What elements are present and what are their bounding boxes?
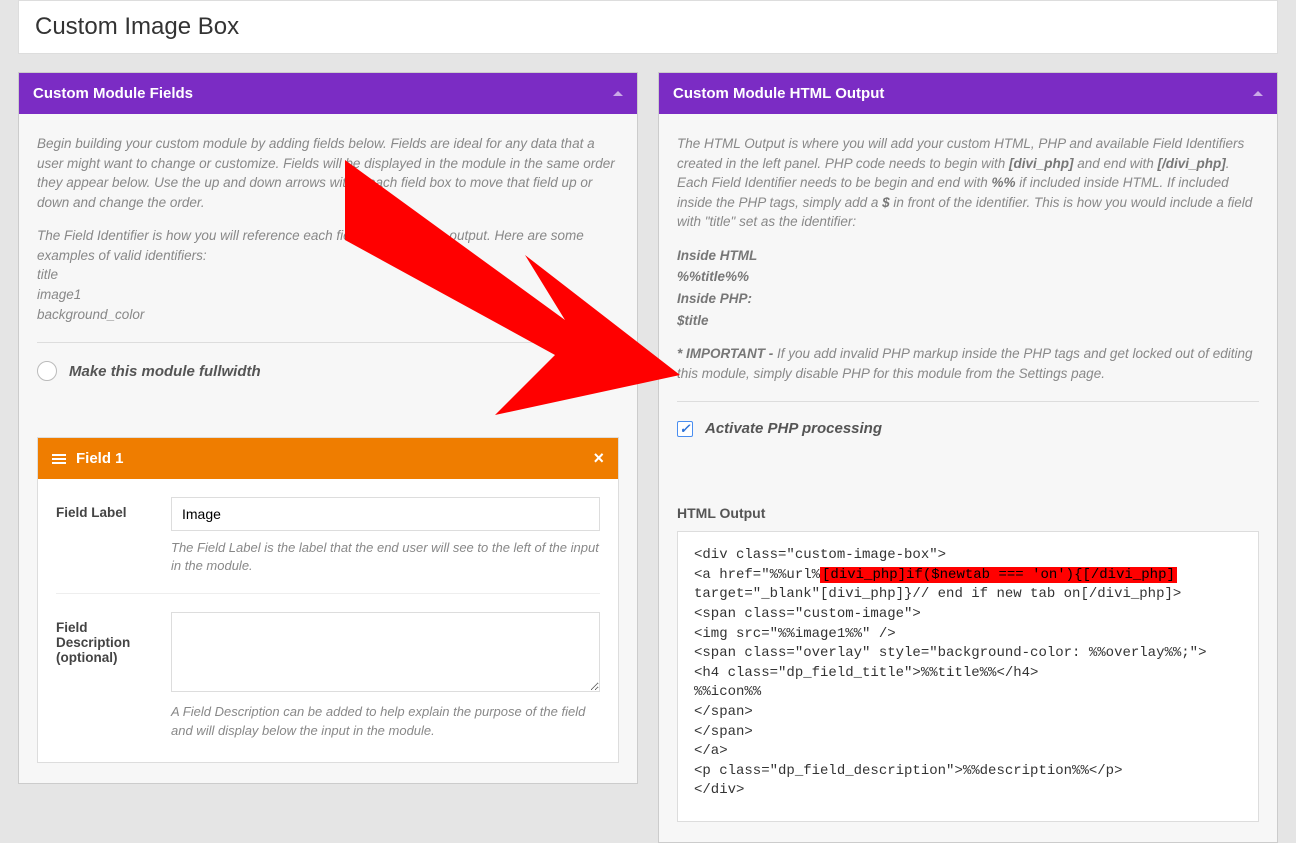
divider [56,593,600,594]
field-desc-input[interactable] [171,612,600,692]
panel-header-output[interactable]: Custom Module HTML Output [659,73,1277,114]
html-output-label: HTML Output [677,505,1259,521]
close-icon[interactable]: × [593,448,604,469]
fullwidth-label: Make this module fullwidth [69,363,261,380]
custom-module-fields-panel: Custom Module Fields Begin building your… [18,72,638,784]
panel-header-fields[interactable]: Custom Module Fields [19,73,637,114]
field-desc-help: A Field Description can be added to help… [171,703,600,739]
module-title-input[interactable]: Custom Image Box [18,0,1278,54]
field-label-input[interactable] [171,497,600,531]
collapse-icon[interactable] [613,91,623,96]
field-card-title: Field 1 [76,450,124,467]
collapse-icon[interactable] [1253,91,1263,96]
custom-module-html-output-panel: Custom Module HTML Output The HTML Outpu… [658,72,1278,843]
divider [37,342,619,343]
activate-php-label: Activate PHP processing [705,420,882,437]
field-card-header[interactable]: Field 1 × [38,438,618,479]
field-label-label: Field Label [56,497,151,575]
field-card-1: Field 1 × Field Label The Field Label is… [37,437,619,763]
panel-title: Custom Module Fields [33,85,193,102]
field-label-help: The Field Label is the label that the en… [171,539,600,575]
highlighted-code: [divi_php]if($newtab === 'on'){[/divi_ph… [820,567,1177,583]
divider [677,401,1259,402]
output-intro: The HTML Output is where you will add yo… [677,134,1259,383]
drag-handle-icon[interactable] [52,452,66,466]
fields-intro: Begin building your custom module by add… [37,134,619,324]
fullwidth-toggle[interactable] [37,361,57,381]
field-desc-label: Field Description (optional) [56,612,151,739]
activate-php-checkbox[interactable]: ✓ [677,421,693,437]
html-output-textarea[interactable]: <div class="custom-image-box"> <a href="… [677,531,1259,822]
panel-title: Custom Module HTML Output [673,85,884,102]
